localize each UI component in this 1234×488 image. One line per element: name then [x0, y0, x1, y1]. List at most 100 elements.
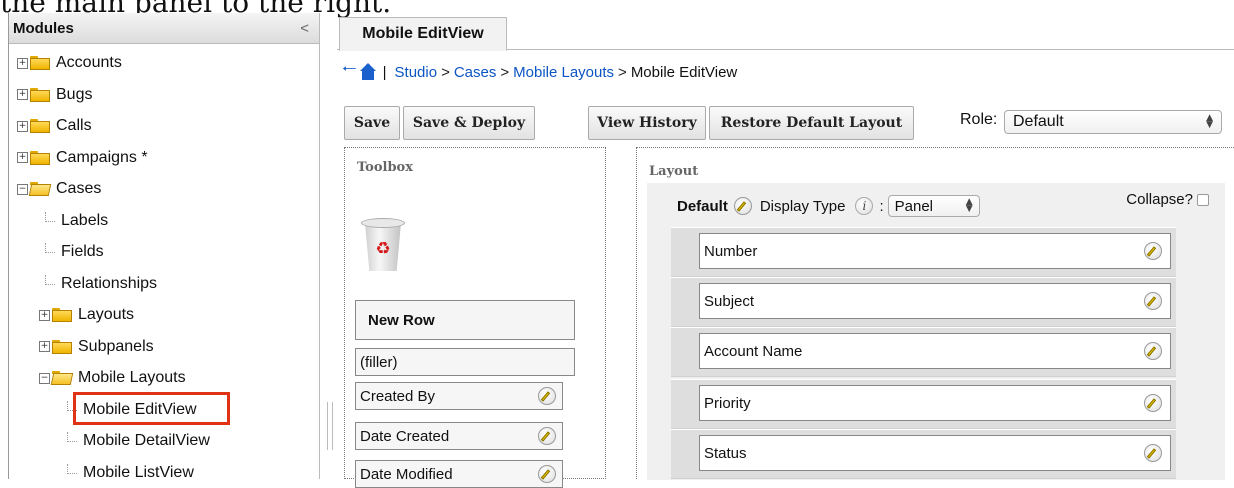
layout-field-slot: Status	[671, 429, 1176, 479]
role-label: Role:	[960, 111, 998, 128]
tree-item[interactable]: − Cases	[17, 175, 101, 203]
display-type-value: Panel	[894, 197, 933, 215]
sidebar-title: Modules	[13, 19, 74, 37]
layout-panel: Layout Default Display Type i : Panel ▲ ▼…	[636, 147, 1234, 480]
tab-strip: Mobile EditView	[337, 13, 1234, 51]
breadcrumb-arrow: >	[441, 63, 450, 81]
expand-icon[interactable]: +	[39, 341, 50, 352]
tree-item-label: Cases	[56, 180, 102, 197]
layout-field[interactable]: Status	[699, 435, 1171, 471]
toolbox-panel: Toolbox ♻ New Row (filler) Created By Da…	[344, 147, 606, 488]
selection-highlight	[73, 392, 230, 425]
tree-line	[45, 211, 55, 222]
collapse-toggle: Collapse?	[1126, 191, 1209, 208]
breadcrumb-studio[interactable]: Studio	[395, 64, 438, 81]
edit-pencil-icon[interactable]	[538, 387, 556, 405]
sidebar-header: Modules <	[9, 13, 319, 44]
folder-icon	[52, 339, 72, 354]
tree-item-label: Mobile DetailView	[83, 432, 210, 449]
tree-item-label: Bugs	[56, 85, 93, 103]
edit-pencil-icon[interactable]	[1144, 394, 1162, 412]
edit-pencil-icon[interactable]	[1144, 444, 1162, 462]
tree-item[interactable]: Labels	[45, 207, 108, 235]
save-button[interactable]: Save	[344, 106, 400, 140]
recycle-bin-icon[interactable]: ♻	[361, 218, 405, 272]
save-deploy-button[interactable]: Save & Deploy	[403, 106, 535, 140]
expand-icon[interactable]: +	[17, 89, 28, 100]
expand-icon[interactable]: +	[17, 152, 28, 163]
tree-item[interactable]: Relationships	[45, 270, 157, 298]
edit-pencil-icon[interactable]	[538, 465, 556, 483]
edit-pencil-icon[interactable]	[1144, 342, 1162, 360]
tree-item[interactable]: Mobile DetailView	[67, 427, 210, 455]
toolbox-field-label: Date Modified	[360, 465, 453, 483]
tree-item-label: Labels	[61, 211, 109, 229]
tree-item[interactable]: Fields	[45, 238, 104, 266]
tree-item-label: Mobile ListView	[83, 463, 194, 480]
folder-open-icon	[30, 182, 50, 196]
collapse-sidebar-icon[interactable]: <	[300, 20, 309, 37]
panel-header: Default Display Type i : Panel ▲ ▼	[677, 195, 980, 217]
breadcrumb-cases[interactable]: Cases	[454, 64, 497, 81]
edit-pencil-icon[interactable]	[538, 427, 556, 445]
tree-line	[67, 432, 77, 442]
display-type-select[interactable]: Panel ▲ ▼	[887, 195, 980, 217]
edit-panel-pencil-icon[interactable]	[733, 197, 752, 215]
info-icon[interactable]: i	[855, 197, 874, 215]
expand-icon[interactable]: +	[17, 120, 28, 132]
tree-item[interactable]: + Accounts	[17, 49, 122, 77]
tree-line	[45, 243, 55, 253]
restore-default-layout-button[interactable]: Restore Default Layout	[709, 106, 914, 140]
toolbox-field[interactable]: Date Modified	[355, 460, 563, 488]
breadcrumb: 🠀 | Studio > Cases > Mobile Layouts > Mo…	[342, 57, 738, 87]
breadcrumb-arrow: >	[500, 63, 510, 81]
breadcrumb-mobile-layouts[interactable]: Mobile Layouts	[513, 64, 614, 81]
collapse-checkbox[interactable]	[1197, 193, 1209, 206]
folder-open-icon	[52, 371, 72, 385]
tree-item[interactable]: − Mobile Layouts	[39, 364, 186, 392]
collapse-icon[interactable]: −	[17, 183, 28, 195]
tree-item[interactable]: + Bugs	[17, 81, 92, 109]
layout-field[interactable]: Priority	[699, 385, 1171, 421]
collapse-icon[interactable]: −	[39, 372, 50, 384]
tree-item[interactable]: + Subpanels	[39, 333, 154, 361]
layout-field-label: Priority	[704, 394, 751, 412]
layout-field-slot: Subject	[671, 277, 1176, 327]
layout-field[interactable]: Subject	[699, 283, 1171, 319]
breadcrumb-separator: |	[382, 63, 387, 81]
breadcrumb-current: Mobile EditView	[630, 63, 738, 81]
tree-item[interactable]: + Calls	[17, 112, 92, 140]
select-arrows-icon: ▲ ▼	[1206, 113, 1213, 130]
folder-icon	[30, 87, 50, 102]
expand-icon[interactable]: +	[17, 57, 28, 69]
layout-field[interactable]: Number	[699, 233, 1171, 269]
layout-field[interactable]: Account Name	[699, 333, 1171, 369]
splitter-handle[interactable]	[327, 402, 333, 450]
tree-line	[45, 274, 55, 285]
display-type-colon: :	[879, 197, 884, 215]
tree-item-label: Mobile Layouts	[78, 369, 186, 386]
tree-item[interactable]: Mobile ListView	[67, 459, 194, 480]
edit-pencil-icon[interactable]	[1144, 292, 1162, 310]
tree-line	[67, 463, 77, 474]
back-arrow-icon[interactable]: 🠀	[342, 57, 357, 87]
toolbox-title: Toolbox	[357, 160, 413, 175]
role-select[interactable]: Default ▲ ▼	[1004, 110, 1222, 134]
view-history-button[interactable]: View History	[588, 106, 706, 140]
new-row-item[interactable]: New Row	[355, 300, 575, 340]
tree-item[interactable]: + Layouts	[39, 301, 134, 329]
toolbox-field[interactable]: Date Created	[355, 422, 563, 450]
layout-field-slot: Number	[671, 227, 1176, 277]
toolbox-field[interactable]: Created By	[355, 382, 563, 410]
expand-icon[interactable]: +	[39, 309, 50, 321]
tree-item-label: Accounts	[56, 54, 122, 71]
folder-icon	[30, 150, 50, 165]
tab-mobile-editview[interactable]: Mobile EditView	[339, 17, 507, 51]
layout-title: Layout	[649, 164, 699, 179]
toolbox-field[interactable]: (filler)	[355, 348, 575, 376]
edit-pencil-icon[interactable]	[1144, 242, 1162, 260]
tree-item[interactable]: + Campaigns *	[17, 144, 148, 172]
home-icon[interactable]	[359, 63, 377, 81]
tree-item-label: Layouts	[78, 306, 135, 323]
layout-field-label: Account Name	[704, 342, 803, 360]
